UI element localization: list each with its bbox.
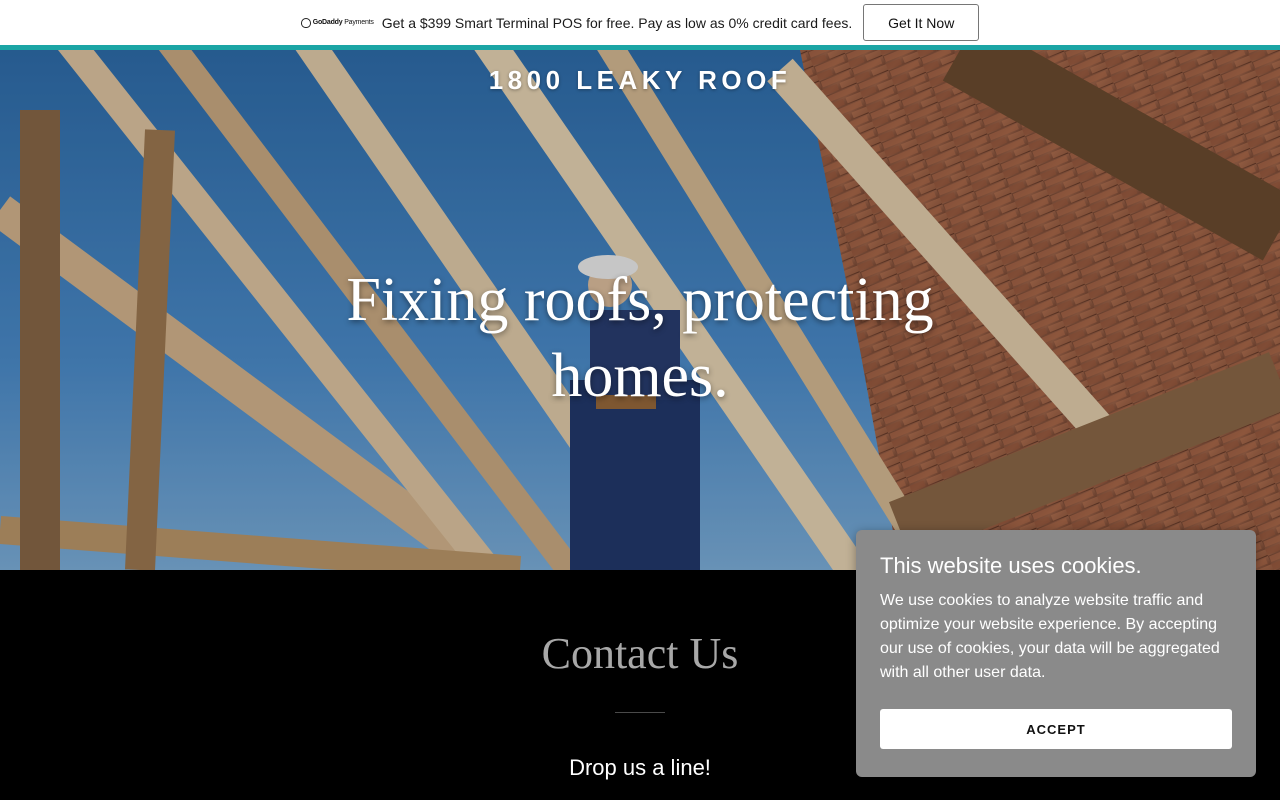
cookie-accept-button[interactable]: ACCEPT: [880, 709, 1232, 749]
hero-section: 1800 LEAKY ROOF Fixing roofs, protecting…: [0, 50, 1280, 570]
promo-message: Get a $399 Smart Terminal POS for free. …: [381, 14, 853, 31]
promo-banner: GoDaddy Payments Get a $399 Smart Termin…: [0, 0, 1280, 45]
godaddy-logo-text: GoDaddy Payments: [312, 19, 374, 26]
hero-headline: Fixing roofs, protecting homes.: [346, 266, 934, 410]
cookie-banner: This website uses cookies. We use cookie…: [856, 530, 1256, 777]
contact-divider: [615, 712, 665, 713]
godaddy-payments-logo: GoDaddy Payments: [300, 16, 374, 30]
cookie-title: This website uses cookies.: [880, 553, 1142, 578]
godaddy-logo-icon: [300, 17, 311, 28]
site-brand[interactable]: 1800 LEAKY ROOF: [0, 65, 1280, 96]
get-it-now-button[interactable]: Get It Now: [863, 4, 980, 41]
cookie-body: We use cookies to analyze website traffi…: [880, 592, 1220, 681]
